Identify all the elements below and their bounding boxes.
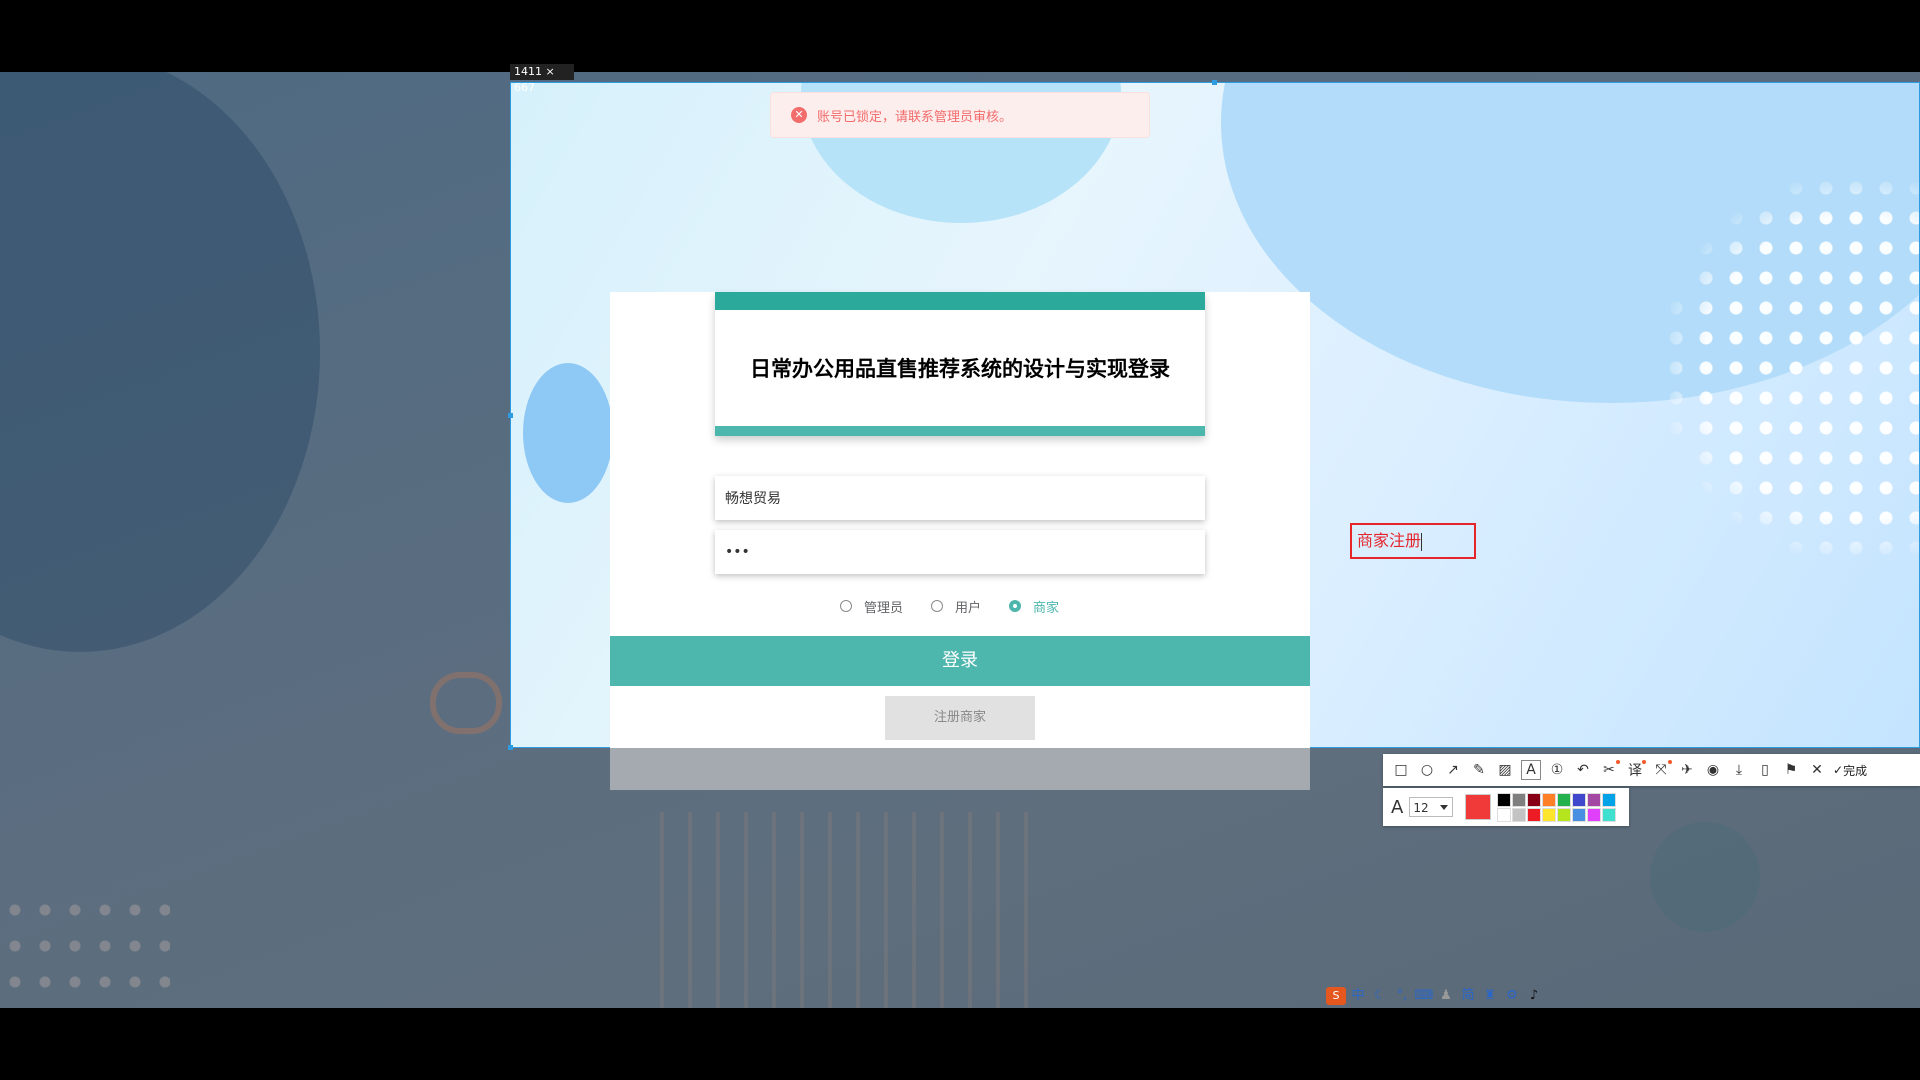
- ime-mode[interactable]: 中: [1348, 987, 1368, 1005]
- rectangle-icon[interactable]: □: [1391, 760, 1411, 780]
- record-icon[interactable]: ◉: [1703, 760, 1723, 780]
- decor-dot-pattern: [1661, 173, 1919, 563]
- color-swatch[interactable]: [1497, 807, 1512, 822]
- color-swatch[interactable]: [1587, 792, 1602, 807]
- login-button[interactable]: 登录: [610, 636, 1310, 686]
- tiktok-icon[interactable]: ♪: [1524, 987, 1544, 1005]
- color-swatch[interactable]: [1572, 807, 1587, 822]
- ellipse-icon[interactable]: ○: [1417, 760, 1437, 780]
- color-swatch[interactable]: [1512, 792, 1527, 807]
- dots-icon[interactable]: °,: [1392, 987, 1412, 1005]
- color-swatch[interactable]: [1602, 792, 1617, 807]
- selection-size-label: 1411 × 667: [510, 64, 574, 94]
- resize-handle[interactable]: [1212, 80, 1217, 85]
- radio-label: 管理员: [864, 600, 904, 616]
- color-palette: [1497, 792, 1617, 822]
- username-input[interactable]: 畅想贸易: [715, 476, 1205, 520]
- done-label: 完成: [1843, 763, 1868, 778]
- login-title-box: 日常办公用品直售推荐系统的设计与实现登录: [715, 292, 1205, 436]
- role-radio-group: 管理员 用户 商家: [840, 596, 1087, 616]
- color-swatch[interactable]: [1572, 792, 1587, 807]
- decor-dots: [0, 892, 170, 1008]
- color-swatch[interactable]: [1527, 792, 1542, 807]
- bookmark-icon[interactable]: ⚑: [1781, 760, 1801, 780]
- resize-handle[interactable]: [508, 413, 513, 418]
- error-icon: ✕: [791, 107, 807, 123]
- color-swatch[interactable]: [1527, 807, 1542, 822]
- decor-circle: [523, 363, 613, 503]
- arrow-icon[interactable]: ↗: [1443, 760, 1463, 780]
- decor-ring: [430, 672, 502, 734]
- undo-icon[interactable]: ↶: [1573, 760, 1593, 780]
- save-icon[interactable]: ▯: [1755, 760, 1775, 780]
- ocr-icon[interactable]: ⤧: [1651, 760, 1672, 780]
- number-icon[interactable]: ①: [1547, 760, 1567, 780]
- color-swatch[interactable]: [1497, 792, 1512, 807]
- keyboard-icon[interactable]: ⌨: [1414, 987, 1434, 1005]
- user-icon[interactable]: ♟: [1436, 987, 1456, 1005]
- error-alert: ✕ 账号已锁定，请联系管理员审核。: [770, 92, 1150, 138]
- decor-circle: [0, 72, 320, 652]
- color-swatch[interactable]: [1542, 792, 1557, 807]
- screenshot-toolbar: □ ○ ↗ ✎ ▨ A ① ↶ ✂ 译 ⤧ ✈ ◉ ⤓ ▯ ⚑ ✕ ✓ 完成: [1383, 754, 1920, 786]
- close-icon[interactable]: ✕: [1807, 760, 1827, 780]
- font-icon: A: [1391, 796, 1404, 818]
- gear-icon[interactable]: ⚙: [1502, 987, 1522, 1005]
- mosaic-icon[interactable]: ▨: [1495, 760, 1515, 780]
- page-title: 日常办公用品直售推荐系统的设计与实现登录: [750, 357, 1170, 381]
- screen-top-letterbox: [0, 0, 1920, 72]
- decor-circle: [1650, 822, 1760, 932]
- radio-label: 用户: [955, 600, 982, 616]
- color-swatch[interactable]: [1557, 792, 1572, 807]
- color-swatch[interactable]: [1557, 807, 1572, 822]
- translate-icon[interactable]: 译: [1625, 760, 1646, 780]
- font-size-select[interactable]: 12: [1409, 797, 1454, 817]
- check-icon: ✓: [1833, 763, 1844, 777]
- radio-label: 商家: [1033, 600, 1060, 616]
- radio-button[interactable]: [931, 600, 944, 612]
- color-swatch[interactable]: [1512, 807, 1527, 822]
- resize-handle[interactable]: [508, 745, 513, 750]
- radio-button[interactable]: [840, 600, 852, 612]
- password-input[interactable]: •••: [715, 530, 1205, 574]
- radio-button-selected[interactable]: [1009, 600, 1022, 612]
- current-color-swatch[interactable]: [1465, 794, 1492, 820]
- done-button[interactable]: ✓ 完成: [1833, 762, 1867, 779]
- decor-stripes: [660, 812, 1040, 1008]
- screen-bottom-letterbox: [0, 1008, 1920, 1080]
- annotation-text-box[interactable]: 商家注册: [1350, 523, 1476, 559]
- ime-simplified[interactable]: 简: [1458, 987, 1478, 1005]
- redo-icon[interactable]: ✂: [1599, 760, 1620, 780]
- role-radio-merchant[interactable]: 商家: [1009, 597, 1059, 616]
- moon-icon[interactable]: ☾: [1370, 987, 1390, 1005]
- color-swatch[interactable]: [1602, 807, 1617, 822]
- text-style-bar: A 12: [1383, 788, 1629, 826]
- annotation-text: 商家注册: [1357, 531, 1422, 550]
- color-swatch[interactable]: [1542, 807, 1557, 822]
- sogou-icon[interactable]: S: [1326, 987, 1346, 1005]
- register-merchant-button[interactable]: 注册商家: [885, 696, 1035, 740]
- pencil-icon[interactable]: ✎: [1469, 760, 1489, 780]
- card-dimmed-area: [610, 748, 1310, 790]
- ime-tray: S 中 ☾ °, ⌨ ♟ 简 ♜ ⚙ ♪: [1326, 986, 1546, 1006]
- color-swatch[interactable]: [1587, 807, 1602, 822]
- text-caret: [1421, 532, 1423, 551]
- pin-icon[interactable]: ✈: [1677, 760, 1697, 780]
- shirt-icon[interactable]: ♜: [1480, 987, 1500, 1005]
- role-radio-user[interactable]: 用户: [931, 597, 981, 616]
- role-radio-admin[interactable]: 管理员: [840, 597, 903, 616]
- alert-message: 账号已锁定，请联系管理员审核。: [817, 109, 1013, 125]
- text-icon[interactable]: A: [1521, 760, 1541, 780]
- download-icon[interactable]: ⤓: [1729, 760, 1749, 780]
